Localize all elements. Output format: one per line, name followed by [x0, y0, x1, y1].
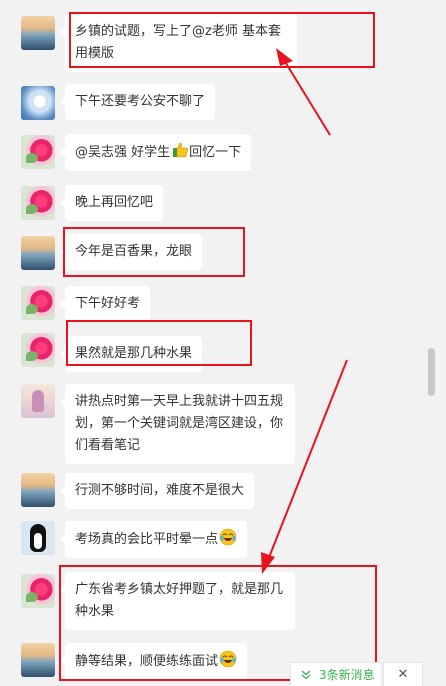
message-text-after: 回忆一下	[189, 145, 242, 160]
message-text: 下午还要考公安不聊了	[75, 94, 206, 109]
message-text: 考场真的会比平时晕一点	[75, 532, 219, 547]
sunset-avatar[interactable]	[21, 473, 55, 507]
flower-avatar[interactable]	[21, 574, 55, 608]
flower-avatar[interactable]	[21, 135, 55, 169]
message-text: 晚上再回忆吧	[75, 195, 154, 210]
annotation-box	[63, 227, 245, 277]
flower-avatar[interactable]	[21, 186, 55, 220]
thumbs-up-icon	[173, 142, 189, 158]
message-bubble: @吴志强 好学生 回忆一下	[59, 134, 252, 171]
message-text: 讲热点时第一天早上我就讲十四五规划，第一个关键词就是湾区建设，你们看看笔记	[75, 394, 284, 453]
annotation-box	[69, 12, 375, 68]
message-text: 下午好好考	[75, 296, 141, 311]
message-text: @吴志强 好学生	[75, 145, 171, 160]
message-bubble: 晚上再回忆吧	[59, 185, 164, 221]
sunset-avatar[interactable]	[21, 236, 55, 270]
sunset-avatar[interactable]	[21, 643, 55, 677]
scrollbar-track[interactable]	[427, 0, 437, 684]
crying-laugh-icon	[219, 528, 237, 546]
annotation-box	[66, 320, 252, 366]
scrollbar-thumb[interactable]	[428, 348, 435, 396]
new-messages-label: 3条新消息	[319, 668, 375, 682]
message-text: 行测不够时间，难度不是很大	[75, 483, 245, 498]
flower-avatar[interactable]	[21, 333, 55, 367]
double-chevron-down-icon	[301, 670, 311, 679]
sunset-avatar[interactable]	[21, 16, 55, 50]
close-icon: ✕	[397, 667, 409, 682]
new-messages-button[interactable]: 3条新消息	[290, 662, 382, 686]
penguin-avatar[interactable]	[21, 521, 55, 555]
message-bubble: 讲热点时第一天早上我就讲十四五规划，第一个关键词就是湾区建设，你们看看笔记	[60, 384, 295, 464]
girl-avatar[interactable]	[21, 384, 55, 418]
flower-avatar[interactable]	[21, 286, 55, 320]
chat-area: 乡镇的试题，写上了@z老师 基本套用模版 下午还要考公安不聊了 @吴志强 好学生…	[0, 0, 446, 686]
message-bubble: 考场真的会比平时晕一点	[59, 521, 248, 558]
close-new-messages-button[interactable]: ✕	[383, 662, 423, 686]
message-bubble: 下午还要考公安不聊了	[59, 84, 216, 120]
message-bubble: 行测不够时间，难度不是很大	[59, 473, 255, 509]
message-bubble: 下午好好考	[59, 286, 151, 322]
dandelion-avatar[interactable]	[21, 86, 55, 120]
